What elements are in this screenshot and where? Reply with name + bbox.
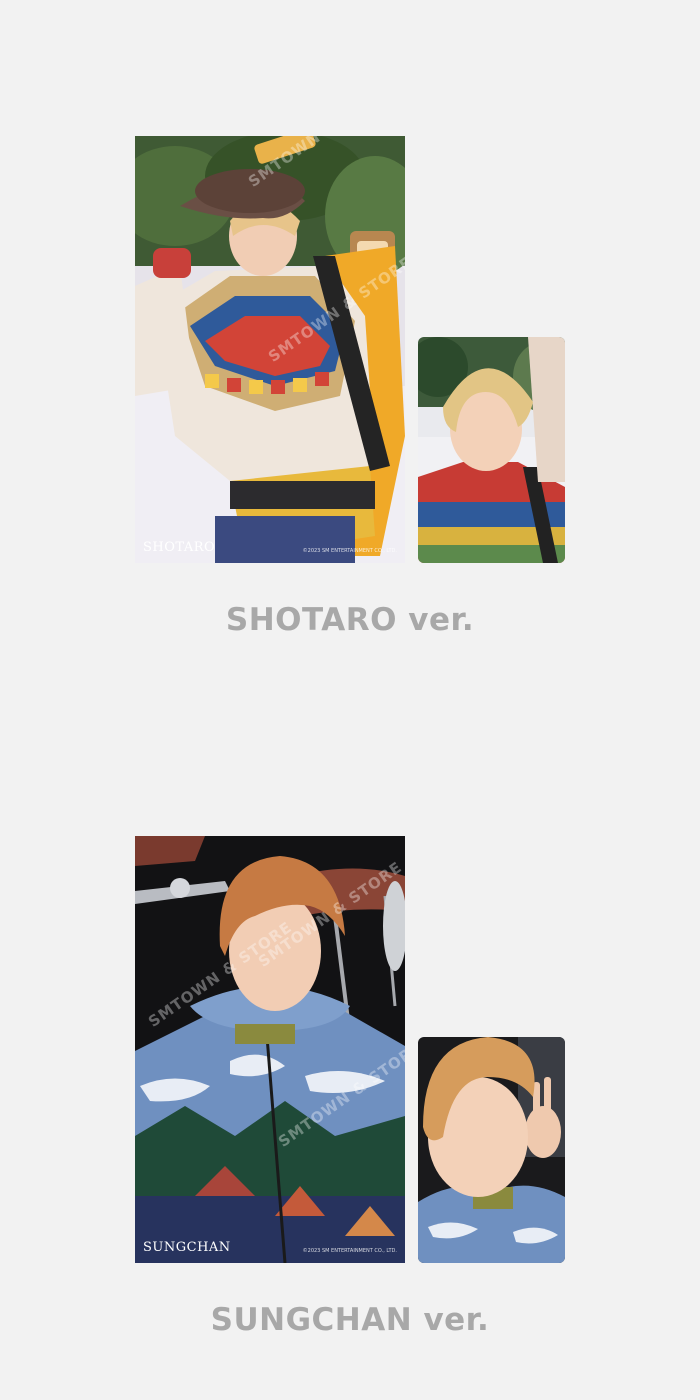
poster-name: SHOTARO: [143, 540, 216, 555]
sungchan-photocard-image: [418, 1037, 565, 1263]
poster-credit: ©2023 SM ENTERTAINMENT CO., LTD.: [302, 548, 397, 554]
poster-name: SUNGCHAN: [143, 1240, 231, 1255]
shotaro-photocard-image: [418, 337, 565, 563]
shotaro-poster-image: SMTOWN & STORE SMTOWN & STORE SHOTARO ©2…: [135, 136, 405, 563]
sungchan-section: SMTOWN & STORE SMTOWN & STORE SMTOWN & S…: [0, 700, 700, 1400]
shotaro-section: SMTOWN & STORE SMTOWN & STORE SHOTARO ©2…: [0, 0, 700, 700]
sungchan-version-caption: SUNGCHAN ver.: [210, 1302, 490, 1338]
poster-credit: ©2023 SM ENTERTAINMENT CO., LTD.: [302, 1248, 397, 1254]
sungchan-poster-image: SMTOWN & STORE SMTOWN & STORE SMTOWN & S…: [135, 836, 405, 1263]
shotaro-version-caption: SHOTARO ver.: [225, 602, 475, 638]
